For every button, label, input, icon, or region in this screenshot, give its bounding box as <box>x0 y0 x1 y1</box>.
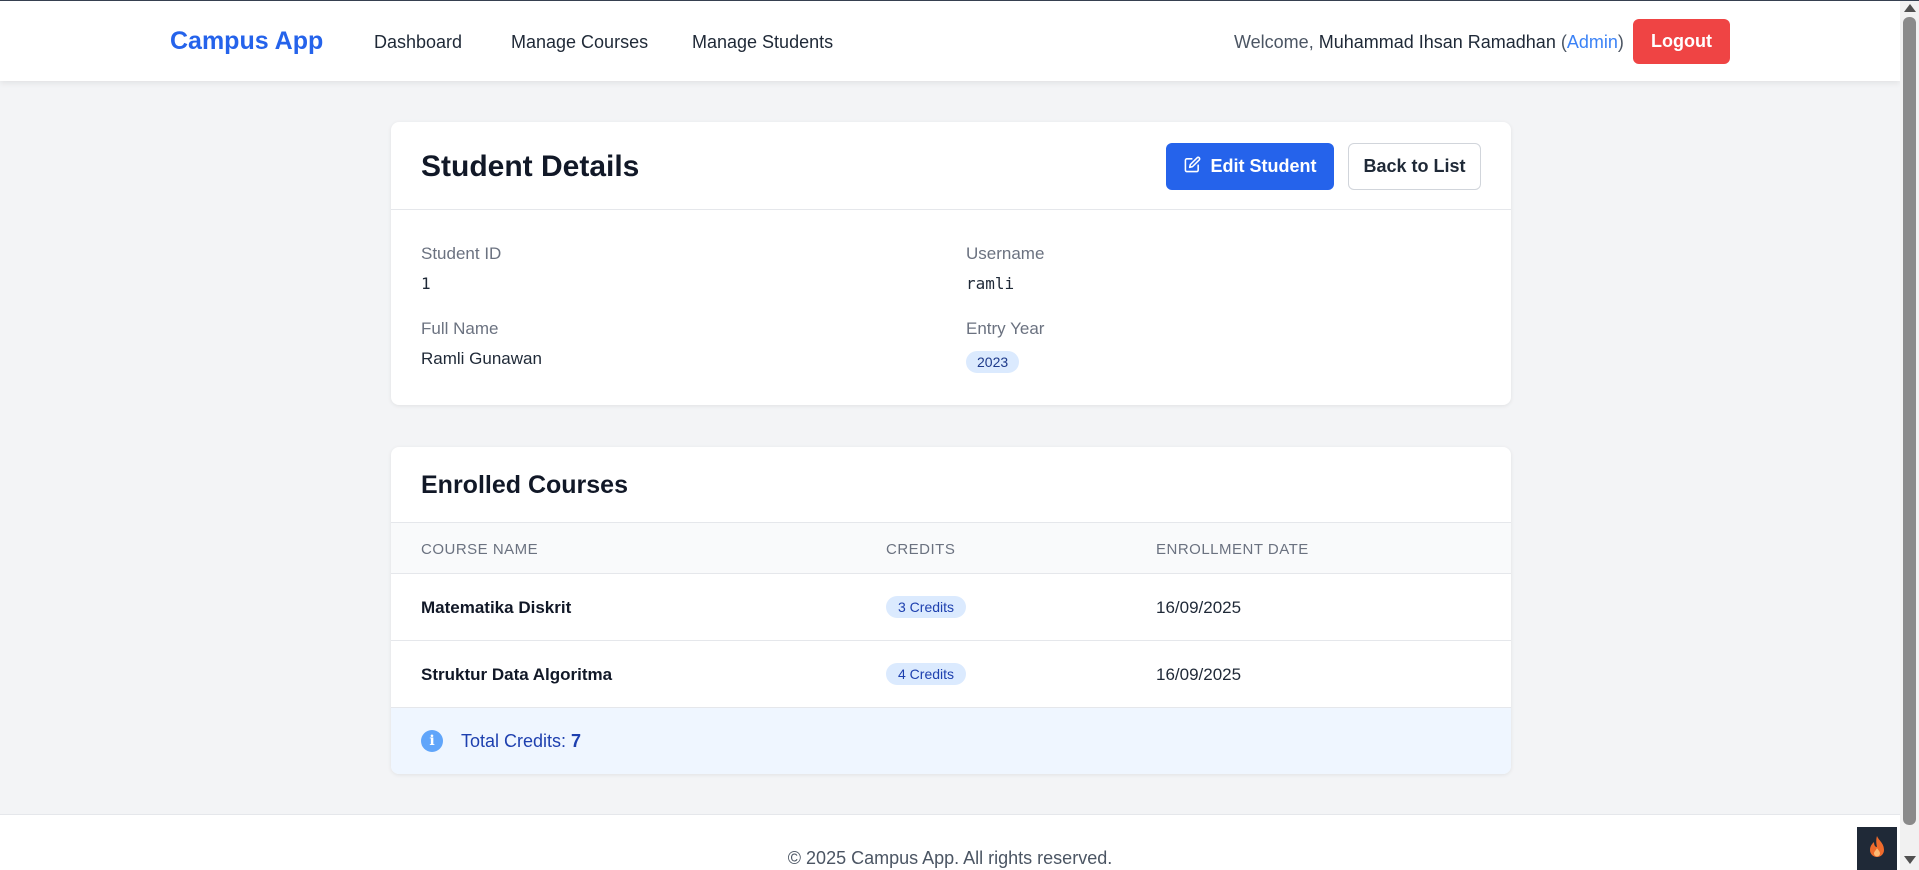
course-name: Struktur Data Algoritma <box>421 665 613 684</box>
welcome-prefix: Welcome, <box>1234 32 1319 52</box>
edit-icon <box>1184 156 1201 178</box>
footer-copyright: © 2025 Campus App. All rights reserved. <box>787 848 1113 868</box>
course-name: Matematika Diskrit <box>421 598 572 617</box>
role-open-paren: ( <box>1555 32 1567 52</box>
total-credits-label: Total Credits: <box>461 730 572 751</box>
nav-link-manage-courses[interactable]: Manage Courses <box>511 32 648 53</box>
table-header: COURSE NAME CREDITS ENROLLMENT DATE <box>391 522 1511 574</box>
credits-badge: 4 Credits <box>886 663 967 685</box>
total-credits: Total Credits: 7 <box>461 731 581 752</box>
nav-link-manage-students[interactable]: Manage Students <box>692 32 833 53</box>
vertical-scrollbar[interactable] <box>1900 1 1919 870</box>
enrollment-date: 16/09/2025 <box>1156 665 1242 684</box>
brand-logo-link[interactable]: Campus App <box>170 27 323 56</box>
column-header-credits: CREDITS <box>886 541 956 558</box>
full-name-value: Ramli Gunawan <box>421 349 542 368</box>
user-name: Muhammad Ihsan Ramadhan <box>1318 32 1556 52</box>
entry-year-label: Entry Year <box>966 319 1045 338</box>
user-role: Admin <box>1566 32 1618 52</box>
student-details-card: Student Details Edit Student Back to Lis… <box>391 122 1511 405</box>
student-id-value: 1 <box>421 274 431 293</box>
username-label: Username <box>966 244 1045 263</box>
section-title: Enrolled Courses <box>421 471 628 499</box>
page-title: Student Details <box>421 150 640 183</box>
table-row: Struktur Data Algoritma 4 Credits 16/09/… <box>391 641 1511 708</box>
info-icon: i <box>421 730 443 752</box>
username-value: ramli <box>966 274 1015 293</box>
back-to-list-button[interactable]: Back to List <box>1348 143 1481 190</box>
enrolled-courses-card: Enrolled Courses COURSE NAME CREDITS ENR… <box>391 447 1511 774</box>
student-id-label: Student ID <box>421 244 502 263</box>
scroll-down-arrow-icon[interactable] <box>1904 856 1916 864</box>
column-header-enrollment-date: ENROLLMENT DATE <box>1156 541 1309 558</box>
debug-toolbar-button[interactable] <box>1857 827 1897 870</box>
edit-student-label: Edit Student <box>1210 156 1317 176</box>
table-row: Matematika Diskrit 3 Credits 16/09/2025 <box>391 574 1511 641</box>
total-credits-row: i Total Credits: 7 <box>391 708 1511 774</box>
total-credits-value: 7 <box>571 730 582 751</box>
card-header: Student Details Edit Student Back to Lis… <box>391 122 1511 210</box>
nav-link-dashboard[interactable]: Dashboard <box>374 32 462 53</box>
fire-icon <box>1867 835 1887 864</box>
courses-table: COURSE NAME CREDITS ENROLLMENT DATE Mate… <box>391 522 1511 774</box>
logout-button[interactable]: Logout <box>1633 19 1730 64</box>
role-close-paren: ) <box>1617 32 1624 52</box>
credits-badge: 3 Credits <box>886 596 967 618</box>
enrollment-date: 16/09/2025 <box>1156 598 1242 617</box>
top-navbar: Campus App Dashboard Manage Courses Mana… <box>0 1 1900 81</box>
full-name-label: Full Name <box>421 319 499 338</box>
column-header-course-name: COURSE NAME <box>421 541 539 558</box>
welcome-message: Welcome, Muhammad Ihsan Ramadhan (Admin) <box>1234 32 1624 53</box>
page: Campus App Dashboard Manage Courses Mana… <box>0 0 1919 870</box>
scrollbar-thumb[interactable] <box>1903 17 1916 825</box>
page-footer: © 2025 Campus App. All rights reserved. <box>0 814 1900 870</box>
entry-year-badge: 2023 <box>966 351 1020 373</box>
edit-student-button[interactable]: Edit Student <box>1166 143 1334 190</box>
scroll-up-arrow-icon[interactable] <box>1904 4 1916 12</box>
